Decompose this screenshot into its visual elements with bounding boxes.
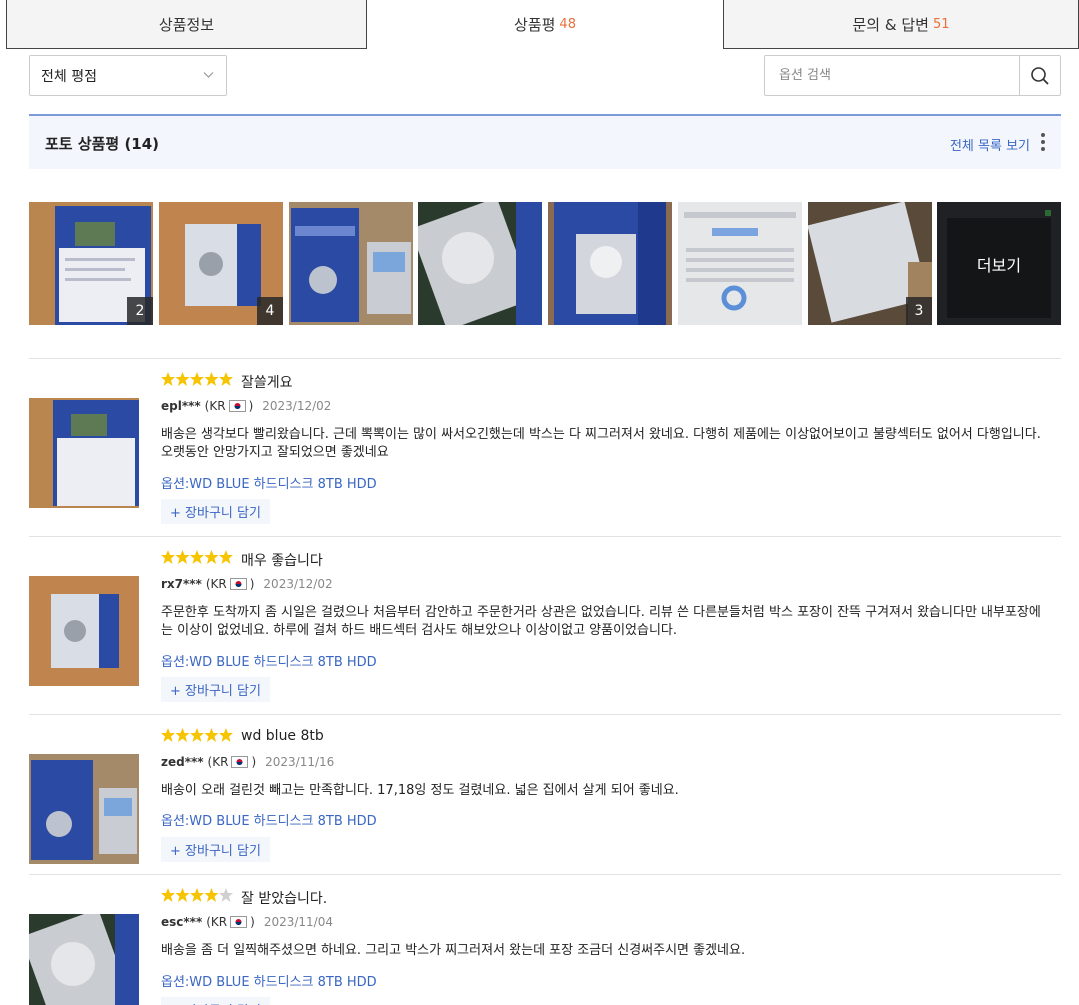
- review-body: 배송이 오래 걸린것 빼고는 만족합니다. 17,18잉 정도 걸렸네요. 넓은…: [161, 783, 679, 798]
- tab-count: 51: [932, 16, 950, 32]
- review-user: zed***: [161, 755, 204, 769]
- photo-thumbnail[interactable]: [418, 202, 542, 325]
- photo-thumbnail[interactable]: [289, 202, 413, 325]
- review-item: 잘 받았습니다. esc*** (KR ) 2023/11/04 배송을 좀 더…: [29, 874, 1061, 1005]
- review-meta: esc*** (KR ) 2023/11/04: [161, 915, 333, 929]
- review-option[interactable]: 옵션:WD BLUE 하드디스크 8TB HDD: [161, 971, 377, 990]
- tab-product-info[interactable]: 상품정보: [6, 0, 367, 49]
- star-rating: [161, 888, 233, 902]
- review-date: 2023/12/02: [262, 399, 332, 413]
- photo-count-badge: 3: [906, 297, 932, 325]
- product-box-photo: [29, 754, 139, 864]
- review-item: wd blue 8tb zed*** (KR ) 2023/11/16 배송이 …: [29, 714, 1061, 874]
- add-to-cart-button[interactable]: + 장바구니 담기: [161, 997, 270, 1005]
- review-country: (KR: [206, 915, 228, 929]
- review-item: 잘쓸게요 epl*** (KR ) 2023/12/02 배송은 생각보다 빨리…: [29, 358, 1061, 536]
- tab-label: 문의 & 답변: [852, 15, 929, 34]
- view-all-link[interactable]: 전체 목록 보기: [950, 135, 1030, 154]
- photo-thumbnail[interactable]: 4: [159, 202, 283, 325]
- rating-filter-select[interactable]: 전체 평점: [29, 55, 227, 96]
- review-option[interactable]: 옵션:WD BLUE 하드디스크 8TB HDD: [161, 651, 377, 670]
- review-title: 잘 받았습니다.: [241, 891, 328, 907]
- star-rating: [161, 372, 233, 386]
- review-title: wd blue 8tb: [241, 728, 324, 744]
- review-photo[interactable]: [29, 754, 139, 864]
- add-to-cart-button[interactable]: + 장바구니 담기: [161, 499, 270, 524]
- rating-filter-value: 전체 평점: [41, 68, 97, 85]
- product-box-photo: [29, 576, 139, 686]
- tab-reviews[interactable]: 상품평 48: [366, 0, 724, 49]
- review-country: (KR: [207, 755, 229, 769]
- screenshot-photo: [678, 202, 802, 325]
- review-photo[interactable]: [29, 914, 139, 1005]
- product-box-photo: [29, 398, 139, 508]
- review-title: 잘쓸게요: [241, 375, 293, 391]
- review-country-close: ): [250, 915, 255, 929]
- review-date: 2023/11/04: [263, 915, 333, 929]
- photo-thumbnail-more[interactable]: 더보기: [937, 202, 1061, 325]
- more-photos-label: 더보기: [937, 202, 1061, 325]
- review-user: epl***: [161, 399, 201, 413]
- product-box-photo: [548, 202, 672, 325]
- review-option[interactable]: 옵션:WD BLUE 하드디스크 8TB HDD: [161, 473, 377, 492]
- add-to-cart-button[interactable]: + 장바구니 담기: [161, 677, 270, 702]
- photo-count-badge: 2: [127, 297, 153, 325]
- review-country: (KR: [204, 399, 226, 413]
- korea-flag-icon: [231, 756, 249, 768]
- review-tabs: 상품정보 상품평 48 문의 & 답변 51: [6, 0, 1079, 49]
- korea-flag-icon: [230, 916, 248, 928]
- photo-thumbnail[interactable]: [678, 202, 802, 325]
- review-body: 배송은 생각보다 빨리왔습니다. 근데 뽁뽁이는 많이 싸서오긴했는데 박스는 …: [161, 427, 1041, 460]
- review-meta: epl*** (KR ) 2023/12/02: [161, 399, 331, 413]
- chevron-down-icon: [203, 72, 214, 78]
- star-rating: [161, 550, 233, 564]
- photo-thumbnail[interactable]: 2: [29, 202, 153, 325]
- review-user: esc***: [161, 915, 203, 929]
- review-title: 매우 좋습니다: [241, 553, 323, 569]
- review-meta: zed*** (KR ) 2023/11/16: [161, 755, 334, 769]
- photo-thumbnail[interactable]: [548, 202, 672, 325]
- photo-review-header: 포토 상품평 (14) 전체 목록 보기: [29, 114, 1061, 169]
- hard-drive-photo: [29, 914, 139, 1005]
- more-options-icon[interactable]: [1041, 133, 1045, 151]
- review-photo[interactable]: [29, 398, 139, 508]
- review-body: 주문한후 도착까지 좀 시일은 걸렸으나 처음부터 감안하고 주문한거라 상관은…: [161, 605, 1041, 638]
- review-user: rx7***: [161, 577, 202, 591]
- search-icon: [1031, 66, 1049, 85]
- review-country-close: ): [251, 755, 257, 769]
- hard-drive-photo: [418, 202, 542, 325]
- add-to-cart-button[interactable]: + 장바구니 담기: [161, 837, 270, 862]
- review-body: 배송을 좀 더 일찍해주셨으면 하네요. 그리고 박스가 찌그러져서 왔는데 포…: [161, 943, 746, 958]
- option-search-input[interactable]: [765, 56, 1019, 95]
- photo-count-badge: 4: [257, 297, 283, 325]
- product-box-photo: [289, 202, 413, 325]
- star-rating: [161, 728, 233, 742]
- tab-label: 상품정보: [158, 15, 215, 34]
- korea-flag-icon: [228, 400, 246, 412]
- review-meta: rx7*** (KR ) 2023/12/02: [161, 577, 333, 591]
- photo-review-title: 포토 상품평 (14): [45, 135, 160, 153]
- korea-flag-icon: [229, 578, 247, 590]
- review-country: (KR: [205, 577, 227, 591]
- tab-label: 상품평: [514, 16, 556, 34]
- review-country-close: ): [248, 399, 254, 413]
- tab-count: 48: [559, 17, 576, 32]
- review-item: 매우 좋습니다 rx7*** (KR ) 2023/12/02 주문한후 도착까…: [29, 536, 1061, 714]
- search-button[interactable]: [1019, 56, 1060, 95]
- review-country-close: ): [249, 577, 255, 591]
- review-photo[interactable]: [29, 576, 139, 686]
- review-date: 2023/12/02: [263, 577, 333, 591]
- review-option[interactable]: 옵션:WD BLUE 하드디스크 8TB HDD: [161, 810, 377, 829]
- review-date: 2023/11/16: [265, 755, 335, 769]
- tab-qna[interactable]: 문의 & 답변 51: [723, 0, 1079, 49]
- option-search: [764, 55, 1061, 96]
- photo-thumbnail[interactable]: 3: [808, 202, 932, 325]
